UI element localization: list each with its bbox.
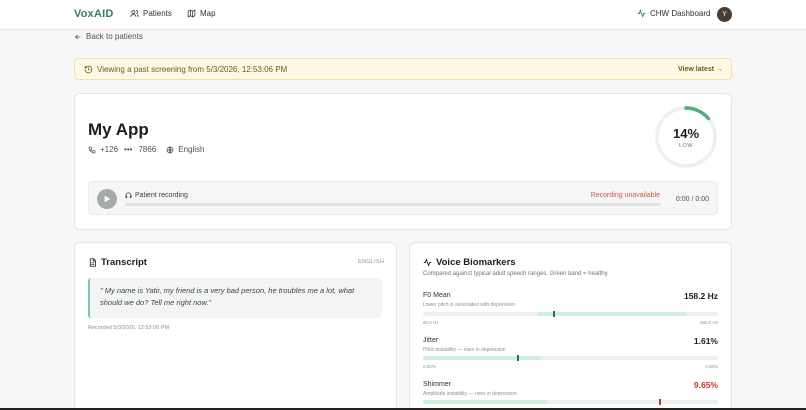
- recording-player: Patient recording Recording unavailable …: [88, 181, 718, 215]
- patient-name: My App: [88, 120, 149, 139]
- nav-link-map[interactable]: Map: [187, 9, 216, 18]
- play-icon: [104, 195, 111, 203]
- globe-icon: [166, 146, 174, 153]
- biomarker-healthy-band: [423, 400, 547, 404]
- top-navbar: VoxAID Patients Map CHW Dashboard Y: [0, 0, 806, 30]
- biomarker-name: F0 Mean: [423, 292, 451, 299]
- recording-progress-bar[interactable]: [125, 203, 661, 206]
- chw-dashboard-link[interactable]: CHW Dashboard: [637, 9, 710, 18]
- biomarker-desc: Amplitude instability — rises in depress…: [423, 391, 517, 397]
- transcript-recorded-time: Recorded 5/3/2026, 12:53:06 PM: [88, 325, 170, 331]
- biomarker-max: 5.00%: [705, 364, 718, 369]
- biomarker-marker: [552, 311, 555, 317]
- biomarker-value: 158.2 Hz: [683, 291, 718, 301]
- biomarker-name: Shimmer: [423, 381, 452, 388]
- phone-prefix: +126: [100, 145, 119, 154]
- phone-icon: [88, 146, 96, 153]
- patient-language: English: [178, 145, 205, 154]
- banner-text: Viewing a past screening from 5/3/2026, …: [97, 65, 288, 74]
- biomarkers-title-text: Voice Biomarkers: [436, 257, 516, 268]
- biomarkers-subtitle: Compared against typical adult speech ra…: [423, 271, 609, 277]
- biomarker-track: [423, 355, 718, 361]
- activity-icon: [423, 258, 432, 267]
- transcript-title-text: Transcript: [101, 257, 147, 268]
- recording-label: Patient recording: [125, 192, 188, 199]
- view-latest-link[interactable]: View latest →: [678, 66, 723, 73]
- map-icon: [187, 9, 196, 18]
- app-logo[interactable]: VoxAID: [74, 8, 114, 20]
- phone-suffix: 7866: [138, 145, 157, 154]
- biomarker-value: 1.61%: [693, 336, 718, 346]
- transcript-title: Transcript: [88, 257, 147, 268]
- biomarker-name: Jitter: [423, 337, 439, 344]
- chw-dashboard-label: CHW Dashboard: [650, 9, 711, 18]
- biomarker-healthy-band: [538, 312, 686, 316]
- biomarkers-title: Voice Biomarkers: [423, 257, 516, 268]
- phone-mask: •••: [124, 145, 133, 154]
- nav-link-patients[interactable]: Patients: [130, 9, 172, 18]
- biomarker-min: 0.00%: [423, 364, 436, 369]
- headphones-icon: [125, 192, 132, 199]
- biomarker-marker: [517, 355, 520, 361]
- risk-percent: 14%: [672, 126, 700, 141]
- recording-status: Recording unavailable: [590, 192, 660, 199]
- biomarker-value: 9.65%: [693, 380, 718, 390]
- back-to-patients-link[interactable]: Back to patients: [74, 32, 143, 41]
- biomarker-healthy-band: [423, 356, 541, 360]
- recording-label-text: Patient recording: [135, 192, 188, 199]
- biomarker-min: 80.0 Hz: [423, 320, 439, 325]
- arrow-left-icon: [75, 34, 81, 39]
- patient-meta: +126 ••• 7866 English: [88, 145, 204, 154]
- back-link-label: Back to patients: [86, 32, 143, 41]
- activity-icon: [637, 9, 646, 18]
- transcript-language: ENGLISH: [358, 259, 385, 265]
- biomarker-desc: Pitch instability — rises in depression: [423, 347, 506, 353]
- nav-link-map-label: Map: [200, 9, 216, 18]
- document-icon: [89, 258, 96, 267]
- nav-link-patients-label: Patients: [143, 9, 172, 18]
- biomarker-marker: [659, 399, 661, 405]
- transcript-quote: " My name is Yatir, my friend is a very …: [88, 278, 382, 318]
- biomarker-track: [423, 311, 718, 317]
- history-icon: [84, 65, 93, 74]
- recording-time: 0:00 / 0:00: [675, 196, 709, 203]
- biomarker-track: [423, 399, 718, 405]
- past-screening-banner: Viewing a past screening from 5/3/2026, …: [74, 58, 732, 80]
- users-icon: [130, 9, 139, 17]
- biomarker-desc: Lower pitch is associated with depressio…: [423, 302, 515, 308]
- risk-level: LOW: [678, 143, 694, 149]
- play-button[interactable]: [97, 189, 117, 209]
- avatar[interactable]: Y: [717, 7, 732, 22]
- biomarker-max: 280.0 Hz: [699, 320, 718, 325]
